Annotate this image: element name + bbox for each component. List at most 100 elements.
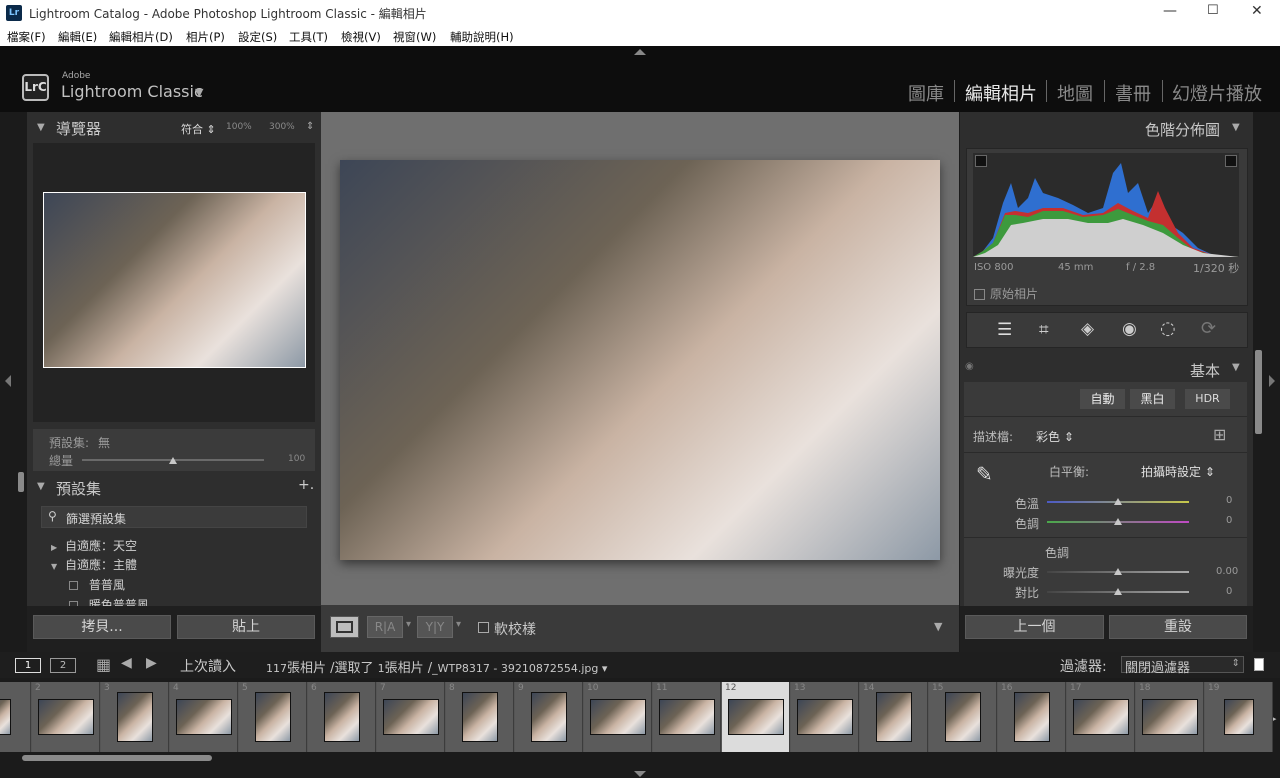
eyedropper-icon[interactable]: ✎ [976,462,993,486]
thumbnail-image[interactable] [797,699,853,735]
module-book[interactable]: 書冊 [1115,80,1151,106]
filmstrip-thumbnail[interactable]: 10 [584,682,652,752]
previous-button[interactable]: 上一個 [965,615,1104,639]
filmstrip-thumbnail[interactable]: 13 [791,682,859,752]
secondary-window-button[interactable]: 2 [50,658,76,673]
menu-file[interactable]: 檔案(F) [7,29,46,45]
filmstrip-thumbnail[interactable]: 16 [998,682,1066,752]
tint-knob[interactable] [1114,518,1122,525]
menu-view[interactable]: 檢視(V) [341,29,381,45]
transform-icon[interactable]: ⟳ [1201,318,1216,339]
thumbnail-image[interactable] [462,692,498,742]
thumbnail-image[interactable] [0,699,11,735]
before-after-caret[interactable]: ▾ [456,619,461,630]
source-label[interactable]: 上次讀入 [180,656,236,676]
exposure-knob[interactable] [1114,568,1122,575]
filmstrip-thumbnail[interactable]: 4 [170,682,238,752]
reset-button[interactable]: 重設 [1109,615,1247,639]
filter-lock-icon[interactable] [1254,658,1264,671]
preset-group-sky[interactable]: ▶ 自適應：天空 [51,537,137,554]
loupe-view[interactable] [321,112,959,605]
preset-item-warm-pop[interactable]: 暖色普普風 [69,596,149,606]
filmstrip-thumbnail[interactable]: 18 [1136,682,1204,752]
paste-button[interactable]: 貼上 [177,615,315,639]
thumbnail-image[interactable] [255,692,291,742]
basic-header[interactable]: ◉ 基本 ▼ [960,356,1253,380]
filmstrip-thumbnail[interactable]: 3 [101,682,169,752]
filmstrip-thumbnail[interactable]: 9 [515,682,583,752]
zoom-more[interactable]: ⇕ [306,121,314,132]
expand-arrow-icon[interactable]: ▼ [51,562,57,571]
thumbnail-image[interactable] [1142,699,1198,735]
filmstrip-thumbnail[interactable]: 11 [653,682,721,752]
current-filename[interactable]: _WTP8317 - 39210872554.jpg ▾ [432,662,607,675]
main-photo[interactable] [340,160,940,560]
zoom-300[interactable]: 300% [269,122,295,132]
filmstrip-thumbnail[interactable]: 7 [377,682,445,752]
module-slideshow[interactable]: 幻燈片播放 [1172,80,1262,106]
navigator-preview-area[interactable] [33,143,315,422]
highlight-clipping-icon[interactable] [1225,155,1237,167]
minimize-button[interactable]: — [1163,3,1177,19]
thumbnail-image[interactable] [531,692,567,742]
thumbnail-image[interactable] [1014,692,1050,742]
collapse-bottom-arrow[interactable] [634,771,646,777]
primary-window-button[interactable]: 1 [15,658,41,673]
thumbnail-image[interactable] [1224,699,1254,735]
thumbnail-image[interactable] [590,699,646,735]
menu-develop[interactable]: 編輯相片(D) [109,29,173,45]
filmstrip-thumbnail[interactable]: 19 [1205,682,1273,752]
copy-button[interactable]: 拷貝... [33,615,171,639]
menu-tools[interactable]: 工具(T) [289,29,328,45]
temp-knob[interactable] [1114,498,1122,505]
module-develop[interactable]: 編輯相片 [965,80,1037,106]
collapse-arrow-icon[interactable]: ▼ [1232,362,1240,373]
profile-browser-icon[interactable]: ⊞ [1213,425,1226,444]
before-after-lr-button[interactable]: R|A [367,616,403,638]
thumbnail-image[interactable] [876,692,912,742]
contrast-knob[interactable] [1114,588,1122,595]
right-scrollbar[interactable] [1255,350,1262,434]
menu-edit[interactable]: 編輯(E) [58,29,97,45]
amount-knob[interactable] [169,457,177,464]
collapse-top-arrow[interactable] [634,49,646,55]
preset-group-subject[interactable]: ▼ 自適應：主體 [51,556,137,573]
before-after-tb-button[interactable]: Y|Y [417,616,453,638]
loupe-view-button[interactable] [330,616,359,638]
histogram-header[interactable]: 色階分佈圖 ▼ [960,119,1253,143]
presets-header[interactable]: ▼ 預設集 +. [27,477,321,501]
filmstrip-thumbnail[interactable]: 8 [446,682,514,752]
bw-button[interactable]: 黑白 [1130,389,1175,409]
shadow-clipping-icon[interactable] [975,155,987,167]
thumbnail-image[interactable] [659,699,715,735]
expand-arrow-icon[interactable]: ▶ [51,543,57,552]
crop-icon[interactable]: ⌗ [1039,320,1049,340]
hdr-button[interactable]: HDR [1185,389,1230,409]
soft-proof-checkbox[interactable] [478,622,489,633]
left-panel-toggle-icon[interactable] [5,375,11,387]
thumbnail-image[interactable] [1073,699,1129,735]
preset-filter[interactable]: ⚲ 篩選預設集 [41,506,307,528]
close-button[interactable]: ✕ [1251,3,1263,19]
profile-select[interactable]: 彩色 ⇕ [1036,428,1074,445]
brand-caret[interactable]: ▼ [195,86,203,99]
zoom-100[interactable]: 100% [226,122,252,132]
filter-select[interactable]: 關閉過濾器 ⇕ [1121,656,1244,676]
preset-item-pop[interactable]: 普普風 [69,576,125,593]
histogram-chart[interactable] [973,153,1239,257]
filmstrip-thumbnail[interactable]: 1 [0,682,31,752]
thumbnail-image[interactable] [176,699,232,735]
navigator-header[interactable]: ▼ 導覽器 符合 ⇕ 100% 300% ⇕ [27,118,321,142]
add-preset-icon[interactable]: +. [298,477,314,493]
collapse-arrow-icon[interactable]: ▼ [37,481,45,492]
toolbar-menu-caret[interactable]: ▼ [934,620,942,633]
thumbnail-image[interactable] [117,692,153,742]
filmstrip-scrollbar[interactable] [22,755,212,761]
module-library[interactable]: 圖庫 [908,80,944,106]
grid-view-icon[interactable]: ▦ [96,655,111,674]
collapse-arrow-icon[interactable]: ▼ [1232,122,1240,133]
filmstrip[interactable]: 12345678910111213141516171819 [0,682,1273,752]
filmstrip-thumbnail[interactable]: 17 [1067,682,1135,752]
redeye-icon[interactable]: ◉ [1122,319,1137,339]
thumbnail-image[interactable] [38,699,94,735]
